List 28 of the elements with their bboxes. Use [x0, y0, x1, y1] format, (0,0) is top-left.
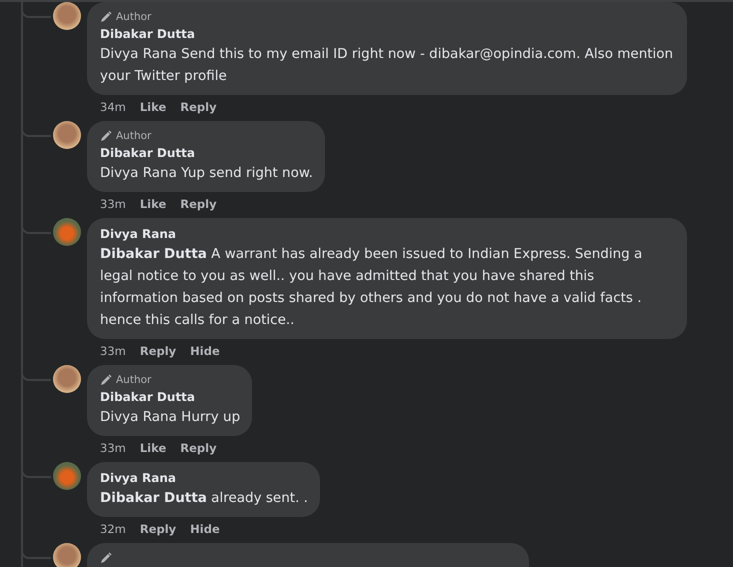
- comment-action-link[interactable]: Reply: [180, 441, 217, 455]
- comment-action-link[interactable]: Reply: [180, 197, 217, 211]
- comment-action-link[interactable]: Reply: [140, 344, 176, 358]
- comment-text: Dibakar Dutta already sent. .: [100, 489, 308, 508]
- comment-time[interactable]: 33m: [100, 441, 126, 455]
- commenter-name[interactable]: Dibakar Dutta: [100, 25, 675, 43]
- commenter-name[interactable]: Divya Rana: [100, 469, 308, 487]
- comment-text: Divya Rana Hurry up: [100, 408, 240, 427]
- comment-action-link[interactable]: Reply: [140, 522, 176, 536]
- comment-action-link[interactable]: Like: [140, 100, 166, 114]
- commenter-name[interactable]: Dibakar Dutta: [100, 144, 313, 162]
- author-label: Author: [116, 10, 152, 22]
- commenter-name[interactable]: Dibakar Dutta: [100, 388, 240, 406]
- comment-action-link[interactable]: Like: [140, 441, 166, 455]
- comment-time[interactable]: 32m: [100, 522, 126, 536]
- author-label: Author: [116, 130, 152, 142]
- commenter-name[interactable]: Divya Rana: [100, 225, 675, 243]
- comment-text: Divya Rana Send this to my email ID right now - dibakar@opindia.com. Also mention your Twitter profile: [100, 45, 674, 86]
- comment-action-link[interactable]: Reply: [180, 100, 217, 114]
- comment-text: Divya Rana Yup send right now.: [100, 164, 313, 183]
- comment-text: Dibakar Dutta A warrant has already been issued to Indian Express. Sending a legal notice to you as well.. you have admitted that you have shared this information based on posts shared by others and you do not have a valid facts . hence this calls for a notice..: [100, 245, 644, 330]
- comment-action-link[interactable]: Hide: [190, 344, 220, 358]
- comment-action-link[interactable]: Like: [140, 197, 166, 211]
- comment-time[interactable]: 33m: [100, 344, 126, 358]
- comment-time[interactable]: 33m: [100, 197, 126, 211]
- author-label: Author: [116, 374, 152, 386]
- comment-action-link[interactable]: Hide: [190, 522, 220, 536]
- comment-time[interactable]: 34m: [100, 100, 126, 114]
